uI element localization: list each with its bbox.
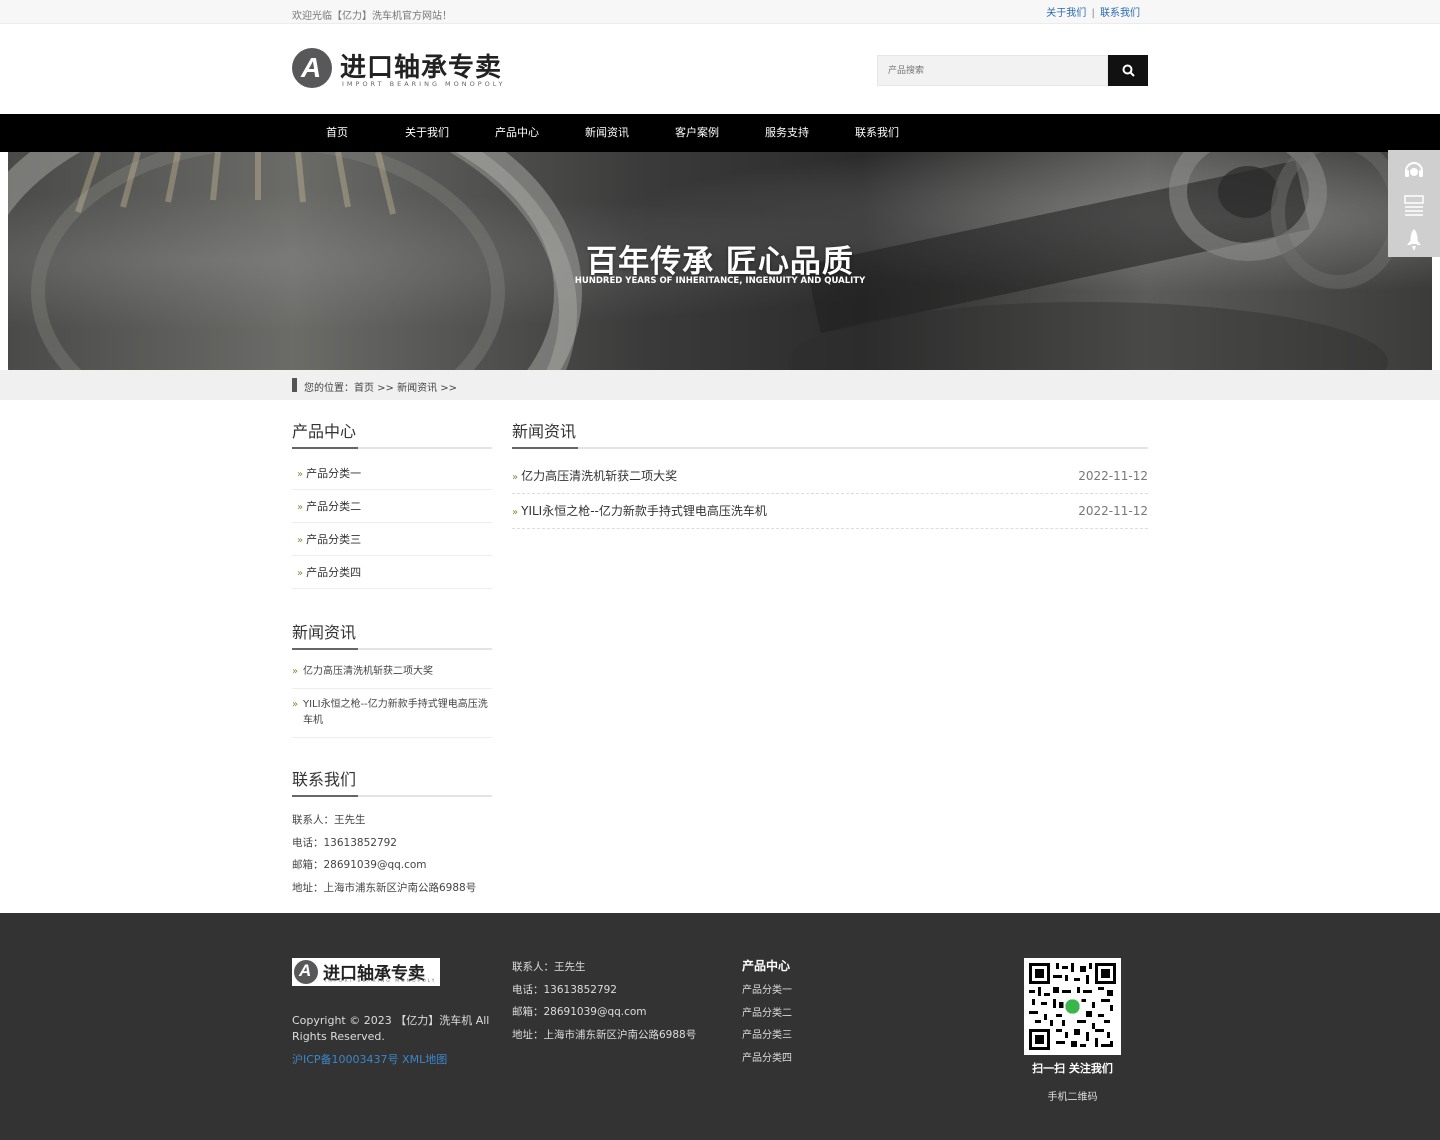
footer-links: 沪ICP备10003437号 XML地图 [292, 1051, 447, 1067]
side-news-item[interactable]: » 亿力高压清洗机斩获二项大奖 [292, 656, 492, 689]
link-separator: | [1091, 8, 1095, 19]
footer-copyright: Copyright © 2023 【亿力】洗车机 All Rights Rese… [292, 1014, 490, 1043]
site-logo[interactable]: A 进口轴承专卖 IMPORT BEARING MONOPOLY [292, 48, 522, 90]
icp-link[interactable]: 沪ICP备10003437号 [292, 1053, 399, 1066]
header: A 进口轴承专卖 IMPORT BEARING MONOPOLY [0, 24, 1440, 114]
qrcode-caption: 扫一扫 关注我们 [1032, 1062, 1113, 1075]
bullet-icon: » [512, 472, 519, 483]
search-button[interactable] [1108, 55, 1148, 86]
side-news-list: » 亿力高压清洗机斩获二项大奖 » YILI永恒之枪--亿力新款手持式锂电高压洗车机 [292, 656, 492, 738]
news-title[interactable]: YILI永恒之枪--亿力新款手持式锂电高压洗车机 [521, 504, 767, 518]
qrcode-button[interactable] [1388, 187, 1440, 222]
bullet-icon: » [512, 507, 519, 518]
breadcrumb: 您的位置：首页 >> 新闻资讯 >> [0, 370, 1440, 400]
news-list: » 亿力高压清洗机斩获二项大奖 2022-11-12 » YILI永恒之枪--亿力新… [512, 459, 1148, 529]
footer-logo-subtitle: IMPORT BEARING MONOPOLY [325, 979, 437, 984]
nav-item-support[interactable]: 服务支持 [742, 114, 832, 152]
left-sidebar: 产品中心 » 产品分类一 » 产品分类二 » 产品分类三 » 产品分类四 新闻资讯 » 亿… [292, 418, 492, 899]
logo-mark-icon: A [294, 960, 318, 984]
news-date: 2022-11-12 [1078, 504, 1148, 518]
bullet-icon: » [292, 666, 299, 677]
logo-name: 进口轴承专卖 [340, 53, 503, 83]
nav-item-contact[interactable]: 联系我们 [832, 114, 922, 152]
category-item[interactable]: » 产品分类二 [292, 490, 492, 523]
back-to-top-button[interactable] [1388, 222, 1440, 257]
footer-cats-heading: 产品中心 [742, 959, 791, 973]
footer-categories: 产品中心 产品分类一 产品分类二 产品分类三 产品分类四 [742, 957, 792, 1070]
customer-service-button[interactable] [1388, 152, 1440, 187]
product-category-list: » 产品分类一 » 产品分类二 » 产品分类三 » 产品分类四 [292, 457, 492, 589]
news-item[interactable]: » YILI永恒之枪--亿力新款手持式锂电高压洗车机 2022-11-12 [512, 494, 1148, 529]
footer-contact: 联系人：王先生 电话：13613852792 邮箱：28691039@qq.co… [512, 956, 696, 1046]
headset-icon [1405, 161, 1423, 177]
search-icon [1122, 64, 1135, 77]
side-contact-info: 联系人：王先生 电话：13613852792 邮箱：28691039@qq.co… [292, 809, 492, 899]
banner-title: 百年传承 匠心品质 [586, 244, 854, 280]
footer-cat-link[interactable]: 产品分类二 [742, 1003, 792, 1026]
footer-contact-person: 联系人：王先生 [512, 961, 586, 973]
category-item[interactable]: » 产品分类四 [292, 556, 492, 589]
news-date: 2022-11-12 [1078, 469, 1148, 483]
bullet-icon: » [292, 699, 299, 710]
category-item[interactable]: » 产品分类一 [292, 457, 492, 490]
footer-contact-phone: 电话：13613852792 [512, 983, 617, 996]
footer-cat-link[interactable]: 产品分类四 [742, 1048, 792, 1071]
news-item[interactable]: » 亿力高压清洗机斩获二项大奖 2022-11-12 [512, 459, 1148, 494]
rocket-icon [1407, 228, 1421, 251]
bullet-icon: » [297, 568, 304, 579]
bullet-icon: » [297, 502, 304, 513]
main-nav: 首页 关于我们 产品中心 新闻资讯 客户案例 服务支持 联系我们 [0, 114, 1440, 152]
about-link[interactable]: 关于我们 [1046, 8, 1086, 19]
footer-cat-link[interactable]: 产品分类三 [742, 1025, 792, 1048]
qrcode-subcaption: 手机二维码 [1047, 1092, 1098, 1103]
nav-item-products[interactable]: 产品中心 [472, 114, 562, 152]
qrcode-icon [1404, 194, 1424, 216]
hero-banner: 百年传承 匠心品质 HUNDRED YEARS OF INHERITANCE, … [8, 152, 1432, 370]
nav-item-news[interactable]: 新闻资讯 [562, 114, 652, 152]
search-input[interactable] [877, 55, 1108, 86]
breadcrumb-text[interactable]: 您的位置：首页 >> 新闻资讯 >> [304, 379, 457, 394]
logo-mark-icon: A [292, 48, 332, 88]
top-bar: 欢迎光临【亿力】洗车机官方网站！ 关于我们 | 联系我们 [0, 0, 1440, 24]
category-item[interactable]: » 产品分类三 [292, 523, 492, 556]
search-box [877, 55, 1148, 86]
side-float-tools [1388, 150, 1440, 257]
qrcode-icon [1029, 963, 1116, 1050]
main-content: 新闻资讯 » 亿力高压清洗机斩获二项大奖 2022-11-12 » YILI永恒之枪… [512, 418, 1148, 529]
contact-phone: 电话：13613852792 [292, 836, 397, 849]
side-news-item[interactable]: » YILI永恒之枪--亿力新款手持式锂电高压洗车机 [292, 689, 492, 738]
bullet-icon: » [297, 535, 304, 546]
footer-cat-link[interactable]: 产品分类一 [742, 980, 792, 1003]
nav-item-home[interactable]: 首页 [292, 114, 382, 152]
footer: A 进口轴承专卖 IMPORT BEARING MONOPOLY Copyrig… [0, 913, 1440, 1140]
contact-address: 地址：上海市浦东新区沪南公路6988号 [292, 881, 477, 894]
logo-subtitle: IMPORT BEARING MONOPOLY [342, 80, 506, 88]
contact-email: 邮箱：28691039@qq.com [292, 859, 427, 871]
contact-person: 联系人：王先生 [292, 814, 366, 826]
qrcode-image [1024, 958, 1121, 1055]
nav-item-cases[interactable]: 客户案例 [652, 114, 742, 152]
welcome-text: 欢迎光临【亿力】洗车机官方网站！ [292, 11, 452, 22]
side-contact-heading: 联系我们 [292, 766, 492, 797]
bullet-icon: » [297, 469, 304, 480]
page-title: 新闻资讯 [512, 418, 1148, 449]
breadcrumb-marker [292, 378, 297, 392]
products-heading: 产品中心 [292, 418, 492, 449]
nav-item-about[interactable]: 关于我们 [382, 114, 472, 152]
banner-subtitle: HUNDRED YEARS OF INHERITANCE, INGENUITY … [574, 276, 866, 286]
side-news-heading: 新闻资讯 [292, 619, 492, 650]
sitemap-link[interactable]: XML地图 [402, 1053, 447, 1066]
footer-logo[interactable]: A 进口轴承专卖 IMPORT BEARING MONOPOLY [292, 958, 440, 986]
contact-link[interactable]: 联系我们 [1100, 8, 1140, 19]
footer-contact-address: 地址：上海市浦东新区沪南公路6988号 [512, 1028, 697, 1041]
news-title[interactable]: 亿力高压清洗机斩获二项大奖 [521, 469, 677, 483]
footer-contact-email: 邮箱：28691039@qq.com [512, 1006, 647, 1018]
top-links: 关于我们 | 联系我们 [1046, 4, 1140, 19]
